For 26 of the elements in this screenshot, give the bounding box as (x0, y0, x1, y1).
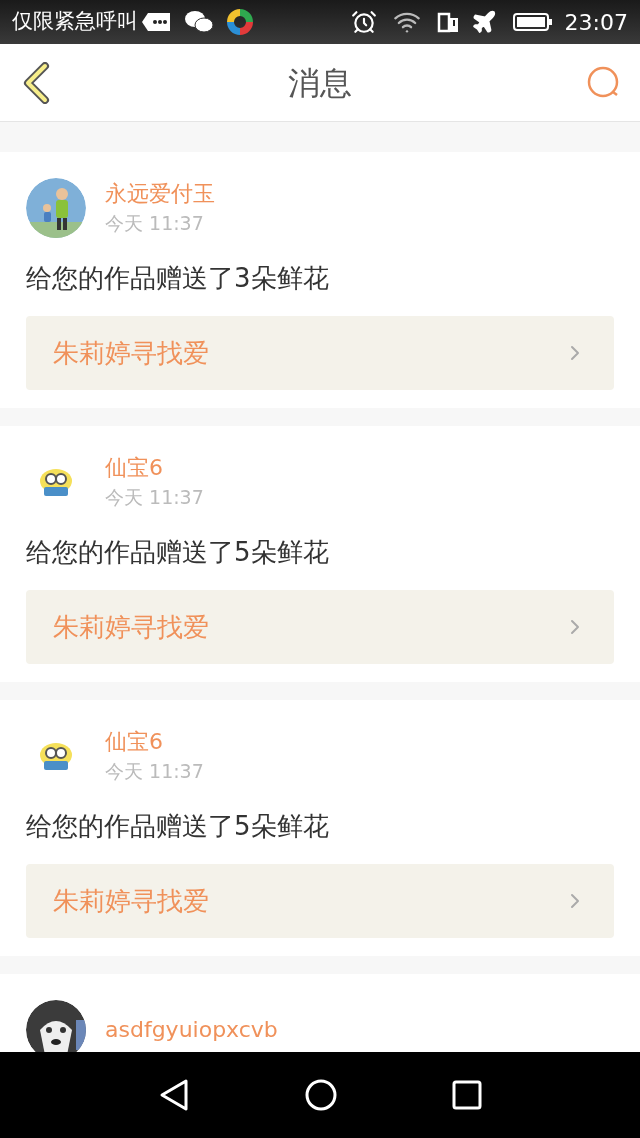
battery-icon (512, 12, 553, 32)
chat-bubbles-icon (184, 9, 214, 35)
home-nav-icon[interactable] (305, 1079, 337, 1111)
airplane-icon (470, 9, 497, 35)
alarm-icon (350, 9, 377, 35)
work-link[interactable]: 朱莉婷寻找爱 (26, 316, 614, 390)
user-name[interactable]: 仙宝6 (105, 453, 204, 483)
work-link[interactable]: 朱莉婷寻找爱 (26, 590, 614, 664)
sim-card-icon (436, 11, 459, 33)
user-name[interactable]: 永远爱付玉 (105, 179, 215, 209)
message-text: 给您的作品赠送了5朵鲜花 (26, 810, 330, 843)
colorful-app-icon (226, 8, 254, 36)
page-title: 消息 (288, 62, 352, 104)
work-link[interactable]: 朱莉婷寻找爱 (26, 864, 614, 938)
message-time: 今天 11:37 (105, 759, 204, 784)
user-name[interactable]: asdfgyuiopxcvb (105, 1015, 278, 1045)
message-text: 给您的作品赠送了5朵鲜花 (26, 536, 330, 569)
clock-time: 23:07 (564, 8, 628, 37)
message-time: 今天 11:37 (105, 211, 205, 236)
message-time: 今天 11:37 (105, 485, 204, 510)
message-text: 给您的作品赠送了3朵鲜花 (26, 262, 330, 295)
recents-nav-icon[interactable] (452, 1080, 483, 1110)
back-chevron-icon (22, 61, 50, 104)
carrier-text: 仅限紧急呼叫 (12, 8, 138, 36)
user-name[interactable]: 仙宝6 (105, 727, 204, 757)
message-icon (142, 11, 172, 33)
